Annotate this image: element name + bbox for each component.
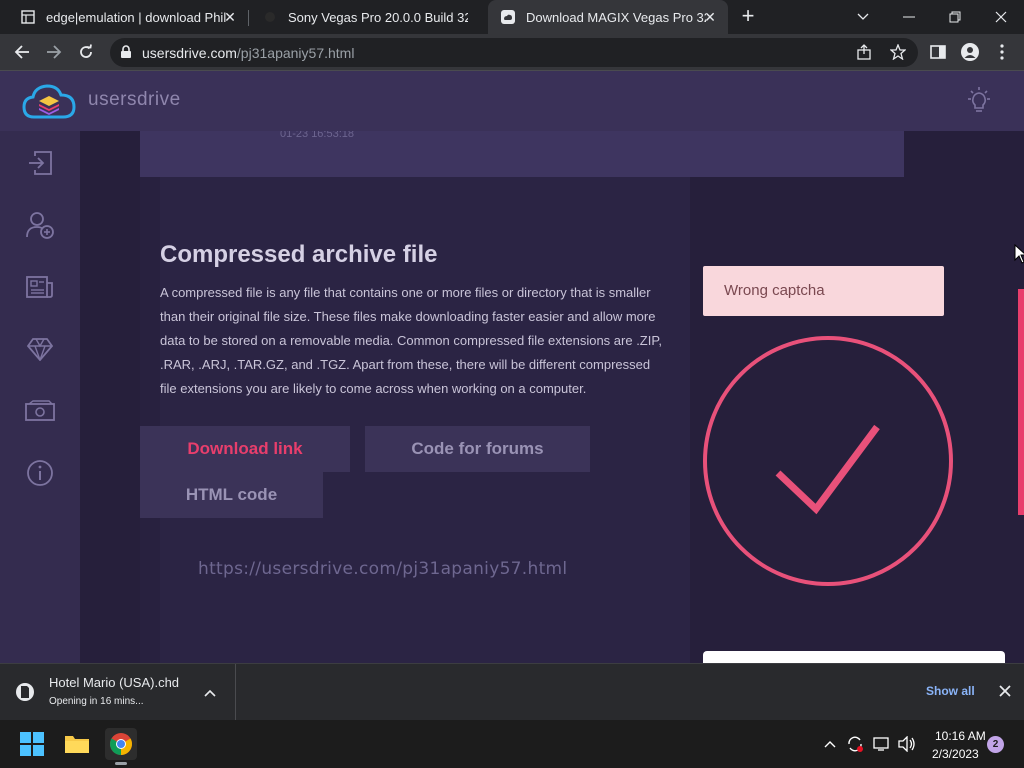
clock-date[interactable]: 2/3/2023 bbox=[932, 747, 979, 761]
tab-search-chevron-icon[interactable] bbox=[840, 0, 886, 34]
chrome-icon[interactable] bbox=[105, 728, 137, 760]
url-text: usersdrive.com/pj31apaniy57.html bbox=[142, 45, 354, 61]
close-shelf-icon[interactable] bbox=[998, 684, 1012, 703]
info-icon[interactable] bbox=[24, 457, 56, 489]
back-icon[interactable] bbox=[10, 40, 34, 64]
download-item[interactable]: Hotel Mario (USA).chd Opening in 16 mins… bbox=[0, 664, 236, 720]
new-tab-button[interactable]: + bbox=[736, 5, 760, 29]
tab-magix-vegas[interactable]: Download MAGIX Vegas Pro 326 ✕ bbox=[488, 0, 728, 34]
url-path: /pj31apaniy57.html bbox=[236, 45, 355, 61]
close-tab-icon[interactable]: ✕ bbox=[702, 9, 718, 25]
content-edge bbox=[140, 131, 160, 663]
reload-icon[interactable] bbox=[74, 40, 98, 64]
forward-icon[interactable] bbox=[42, 40, 66, 64]
profile-icon[interactable] bbox=[958, 40, 982, 64]
windows-start-icon[interactable] bbox=[16, 728, 48, 760]
share-icon[interactable] bbox=[856, 44, 872, 65]
captcha-alert: Wrong captcha bbox=[703, 266, 944, 316]
restore-button[interactable] bbox=[932, 0, 978, 34]
tab-title: edge|emulation | download Philip bbox=[46, 9, 226, 25]
download-file-name: Hotel Mario (USA).chd bbox=[49, 675, 180, 690]
tab-strip: edge|emulation | download Philip ✕ Sony … bbox=[0, 0, 1024, 34]
url-host: usersdrive.com bbox=[142, 45, 237, 61]
tray-overflow-chevron-icon[interactable] bbox=[820, 734, 840, 754]
file-info-box bbox=[140, 131, 904, 177]
site-sidebar bbox=[0, 131, 80, 663]
tab-edge-emulation[interactable]: edge|emulation | download Philip ✕ bbox=[8, 0, 248, 34]
section-description: A compressed file is any file that conta… bbox=[160, 285, 662, 396]
minimize-button[interactable] bbox=[886, 0, 932, 34]
html-code-button[interactable]: HTML code bbox=[140, 472, 323, 518]
sync-icon[interactable] bbox=[845, 734, 865, 754]
running-indicator bbox=[115, 762, 127, 765]
file-explorer-icon[interactable] bbox=[61, 728, 93, 760]
tab-separator bbox=[248, 10, 249, 26]
download-status: Opening in 16 mins... bbox=[49, 696, 144, 707]
login-icon[interactable] bbox=[24, 147, 56, 179]
browser-toolbar: usersdrive.com/pj31apaniy57.html bbox=[0, 34, 1024, 71]
windows-taskbar: 10:16 AM 2/3/2023 2 bbox=[0, 720, 1024, 768]
download-shelf: Hotel Mario (USA).chd Opening in 16 mins… bbox=[0, 663, 1024, 720]
tab-title: Download MAGIX Vegas Pro 326 bbox=[526, 9, 706, 25]
site-brand[interactable]: usersdrive bbox=[88, 89, 181, 111]
mouse-cursor-icon bbox=[1014, 243, 1024, 269]
document-icon bbox=[20, 9, 36, 25]
checkmark-icon bbox=[700, 333, 956, 594]
page-viewport: 01-23 16:53:18 usersdrive Compressed arc… bbox=[0, 71, 1024, 663]
clock-time[interactable]: 10:16 AM bbox=[935, 729, 986, 743]
volume-icon[interactable] bbox=[897, 734, 917, 754]
file-icon bbox=[16, 681, 34, 708]
close-tab-icon[interactable]: ✕ bbox=[222, 9, 238, 25]
cloud-site-icon bbox=[500, 9, 516, 25]
lightbulb-icon[interactable] bbox=[966, 87, 992, 120]
address-bar[interactable]: usersdrive.com/pj31apaniy57.html bbox=[110, 38, 918, 67]
menu-kebab-icon[interactable] bbox=[990, 40, 1014, 64]
show-all-link[interactable]: Show all bbox=[926, 684, 975, 698]
add-user-icon[interactable] bbox=[24, 209, 56, 241]
network-icon[interactable] bbox=[872, 734, 892, 754]
cloud-logo-icon[interactable] bbox=[22, 83, 76, 126]
news-icon[interactable] bbox=[24, 271, 56, 303]
tab-title: Sony Vegas Pro 20.0.0 Build 326 f bbox=[288, 9, 468, 25]
section-title: Compressed archive file bbox=[160, 241, 438, 268]
money-icon[interactable] bbox=[24, 395, 56, 427]
tab-sony-vegas[interactable]: Sony Vegas Pro 20.0.0 Build 326 f bbox=[250, 0, 486, 34]
site-header: usersdrive bbox=[0, 71, 1024, 131]
chevron-up-icon[interactable] bbox=[204, 684, 216, 702]
notification-badge[interactable]: 2 bbox=[987, 736, 1004, 753]
diamond-icon[interactable] bbox=[24, 333, 56, 365]
side-panel-icon[interactable] bbox=[926, 40, 950, 64]
file-url-text[interactable]: https://usersdrive.com/pj31apaniy57.html bbox=[198, 559, 567, 579]
bookmark-star-icon[interactable] bbox=[889, 43, 907, 65]
download-link-button[interactable]: Download link bbox=[140, 426, 350, 472]
white-card bbox=[703, 651, 1005, 663]
lock-icon[interactable] bbox=[120, 45, 132, 64]
code-for-forums-button[interactable]: Code for forums bbox=[365, 426, 590, 472]
site-icon bbox=[262, 9, 278, 25]
page-scrollbar[interactable] bbox=[1018, 289, 1024, 515]
close-window-button[interactable] bbox=[978, 0, 1024, 34]
